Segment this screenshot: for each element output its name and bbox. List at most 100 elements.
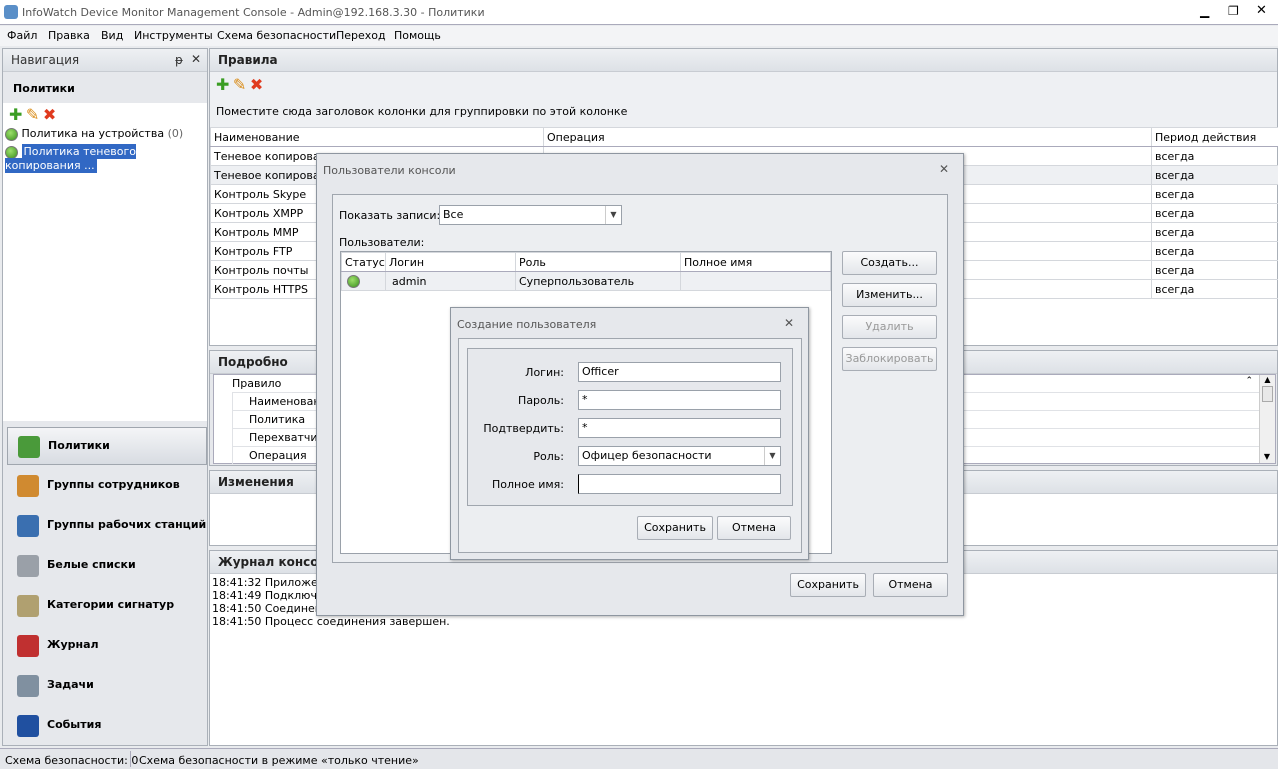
- nav-button-label: Задачи: [47, 678, 94, 691]
- title-bar: InfoWatch Device Monitor Management Cons…: [0, 0, 1278, 25]
- delete-button[interactable]: Удалить: [842, 315, 937, 339]
- column-name[interactable]: Наименование: [210, 127, 544, 147]
- edit-button[interactable]: Изменить...: [842, 283, 937, 307]
- menu-go[interactable]: Переход: [336, 29, 386, 42]
- nav-button-label: События: [47, 718, 102, 731]
- select-value: Офицер безопасности: [582, 449, 712, 462]
- chevron-down-icon: ▼: [764, 447, 780, 465]
- nav-button-events[interactable]: События: [7, 707, 207, 745]
- menu-file[interactable]: Файл: [7, 29, 37, 42]
- edit-icon[interactable]: ✎: [26, 105, 39, 124]
- cell: всегда: [1151, 184, 1278, 204]
- create-button[interactable]: Создать...: [842, 251, 937, 275]
- policy-icon: [5, 127, 18, 141]
- journal-icon: [17, 635, 39, 657]
- column-status[interactable]: Статус: [341, 252, 386, 272]
- confirm-password-field[interactable]: *: [578, 418, 781, 438]
- nav-button-whitelist[interactable]: Белые списки: [7, 547, 207, 585]
- login-field[interactable]: Officer: [578, 362, 781, 382]
- fullname-label: Полное имя:: [492, 478, 564, 491]
- pin-icon[interactable]: ᵽ: [175, 53, 183, 67]
- status-bar: Схема безопасности: 0 Схема безопасности…: [0, 748, 1278, 769]
- status-active-icon: [347, 274, 360, 288]
- show-records-label: Показать записи:: [339, 209, 441, 222]
- menu-tools[interactable]: Инструменты: [134, 29, 213, 42]
- group-by-area[interactable]: Поместите сюда заголовок колонки для гру…: [210, 97, 1277, 127]
- login-label: Логин:: [525, 366, 564, 379]
- close-icon[interactable]: ✕: [784, 316, 794, 330]
- user-fullname: [680, 271, 831, 291]
- nav-button-policies[interactable]: Политики: [7, 427, 207, 465]
- show-records-select[interactable]: Все ▼: [439, 205, 622, 225]
- nav-button-users-group[interactable]: Группы сотрудников: [7, 467, 207, 505]
- column-role[interactable]: Роль: [515, 252, 681, 272]
- fullname-field[interactable]: [578, 474, 781, 494]
- column-fullname[interactable]: Полное имя: [680, 252, 831, 272]
- menu-security-scheme[interactable]: Схема безопасности: [217, 29, 336, 42]
- rules-title: Правила: [210, 49, 1277, 72]
- policy-icon: [5, 145, 18, 159]
- tree-item-selected[interactable]: Политика теневого копирования ...: [3, 144, 207, 173]
- create-user-dialog: Создание пользователя ✕ Логин: Officer П…: [450, 307, 809, 560]
- users-label: Пользователи:: [339, 236, 425, 249]
- edit-icon[interactable]: ✎: [233, 75, 246, 94]
- workstations-icon: [17, 515, 39, 537]
- column-period[interactable]: Период действия: [1151, 127, 1278, 147]
- cell: всегда: [1151, 241, 1278, 261]
- cell: всегда: [1151, 222, 1278, 242]
- password-label: Пароль:: [518, 394, 564, 407]
- user-login: admin: [385, 271, 516, 291]
- users-group-icon: [17, 475, 39, 497]
- menu-help[interactable]: Помощь: [394, 29, 441, 42]
- menu-view[interactable]: Вид: [101, 29, 123, 42]
- nav-button-workstations[interactable]: Группы рабочих станций: [7, 507, 207, 545]
- save-button[interactable]: Сохранить: [637, 516, 713, 540]
- nav-title: Навигация: [11, 53, 80, 67]
- tree-item[interactable]: Политика на устройства (0): [3, 126, 207, 144]
- minimize-button[interactable]: ▁: [1200, 4, 1209, 18]
- column-login[interactable]: Логин: [385, 252, 516, 272]
- status-scheme: Схема безопасности: 0: [5, 754, 139, 767]
- policies-icon: [18, 436, 40, 458]
- column-operation[interactable]: Операция: [543, 127, 1152, 147]
- nav-button-journal[interactable]: Журнал: [7, 627, 207, 665]
- add-icon[interactable]: ✚: [9, 105, 22, 124]
- tree-item-label: Политика теневого копирования ...: [5, 144, 136, 173]
- nav-button-tasks[interactable]: Задачи: [7, 667, 207, 705]
- cell: всегда: [1151, 146, 1278, 166]
- signatures-icon: [17, 595, 39, 617]
- role-label: Роль:: [533, 450, 564, 463]
- maximize-button[interactable]: ❐: [1228, 4, 1239, 18]
- nav-button-signatures[interactable]: Категории сигнатур: [7, 587, 207, 625]
- cell: всегда: [1151, 279, 1278, 299]
- password-field[interactable]: *: [578, 390, 781, 410]
- add-icon[interactable]: ✚: [216, 75, 229, 94]
- status-readonly: Схема безопасности в режиме «только чтен…: [139, 754, 419, 767]
- menu-edit[interactable]: Правка: [48, 29, 90, 42]
- role-select[interactable]: Офицер безопасности ▼: [578, 446, 781, 466]
- navigation-panel: Навигация ᵽ ✕ Политики ✚ ✎ ✖ Политика на…: [2, 48, 208, 746]
- nav-header: Навигация ᵽ ✕: [3, 49, 207, 72]
- cancel-button[interactable]: Отмена: [717, 516, 791, 540]
- cell: всегда: [1151, 203, 1278, 223]
- close-icon[interactable]: ✕: [191, 52, 201, 66]
- details-scrollbar[interactable]: ▲ ▼: [1259, 375, 1275, 463]
- close-icon[interactable]: ✕: [939, 162, 949, 176]
- block-button[interactable]: Заблокировать: [842, 347, 937, 371]
- menu-bar: Файл Правка Вид Инструменты Схема безопа…: [0, 26, 1278, 46]
- tree-toolbar: ✚ ✎ ✖: [3, 103, 207, 126]
- cancel-button[interactable]: Отмена: [873, 573, 948, 597]
- app-icon: [4, 5, 18, 19]
- window-title: InfoWatch Device Monitor Management Cons…: [22, 6, 485, 19]
- delete-icon[interactable]: ✖: [250, 75, 263, 94]
- close-button[interactable]: ✕: [1256, 3, 1267, 18]
- table-row[interactable]: admin Суперпользователь: [341, 271, 831, 291]
- nav-button-label: Политики: [48, 439, 110, 452]
- nav-button-label: Категории сигнатур: [47, 598, 175, 611]
- dialog-title: Создание пользователя: [457, 318, 597, 331]
- collapse-icon[interactable]: ⌃: [1245, 376, 1253, 386]
- save-button[interactable]: Сохранить: [790, 573, 866, 597]
- rules-toolbar: ✚ ✎ ✖: [210, 72, 1277, 97]
- user-role: Суперпользователь: [515, 271, 681, 291]
- delete-icon[interactable]: ✖: [43, 105, 56, 124]
